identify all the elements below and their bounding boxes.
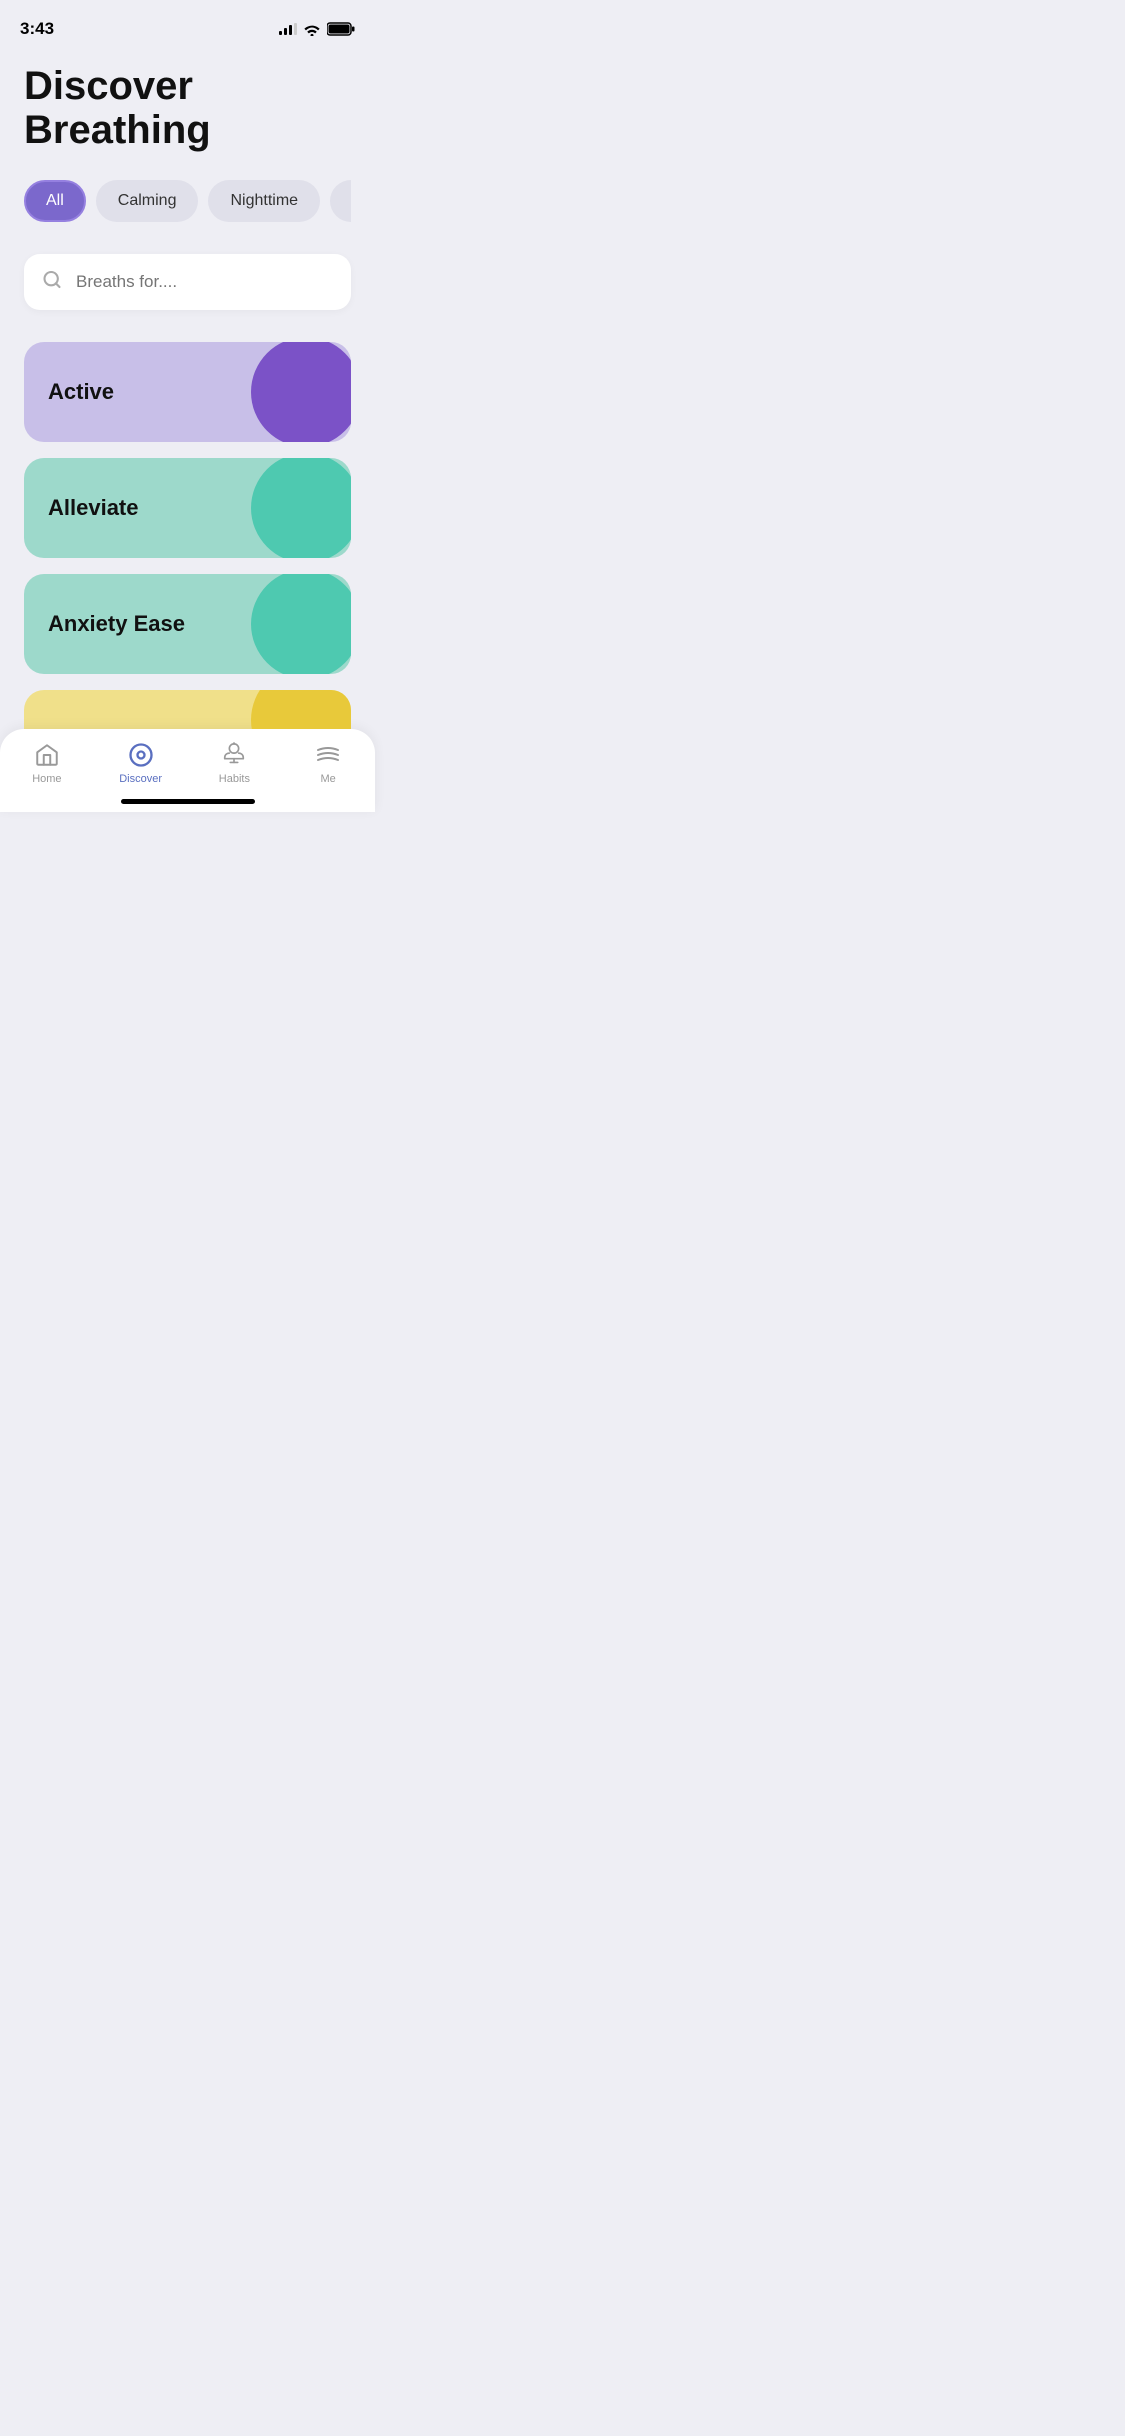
category-card-active[interactable]: Active — [24, 342, 351, 442]
nav-label-discover: Discover — [119, 773, 162, 785]
nav-label-me: Me — [320, 773, 335, 785]
nav-item-habits[interactable]: Habits — [188, 741, 282, 785]
search-input[interactable] — [24, 254, 351, 310]
wifi-icon — [303, 22, 321, 36]
bottom-nav: Home Discover Habits — [0, 729, 375, 812]
nav-item-home[interactable]: Home — [0, 741, 94, 785]
card-label-anxiety: Anxiety Ease — [48, 611, 185, 637]
card-blob-alleviate — [251, 458, 351, 558]
card-label-alleviate: Alleviate — [48, 495, 139, 521]
nav-label-home: Home — [32, 773, 61, 785]
filter-tab-calming[interactable]: Calming — [96, 180, 199, 222]
status-time: 3:43 — [20, 19, 54, 39]
page-title: Discover Breathing — [24, 64, 351, 152]
category-card-fourth[interactable] — [24, 690, 351, 729]
status-bar: 3:43 — [0, 0, 375, 44]
filter-tabs: All Calming Nighttime Energizing — [24, 180, 351, 222]
filter-tab-nighttime[interactable]: Nighttime — [208, 180, 320, 222]
discover-icon — [127, 741, 155, 769]
filter-tab-energizing[interactable]: Energizing — [330, 180, 351, 222]
habits-icon — [220, 741, 248, 769]
category-card-alleviate[interactable]: Alleviate — [24, 458, 351, 558]
search-icon — [42, 270, 62, 295]
me-icon — [314, 741, 342, 769]
main-content: Discover Breathing All Calming Nighttime… — [0, 44, 375, 729]
filter-tab-all[interactable]: All — [24, 180, 86, 222]
signal-icon — [279, 23, 297, 35]
category-card-anxiety[interactable]: Anxiety Ease — [24, 574, 351, 674]
nav-item-discover[interactable]: Discover — [94, 741, 188, 785]
card-blob-anxiety — [251, 574, 351, 674]
search-container — [24, 254, 351, 310]
home-icon — [33, 741, 61, 769]
nav-label-habits: Habits — [219, 773, 250, 785]
battery-icon — [327, 22, 355, 36]
card-label-active: Active — [48, 379, 114, 405]
card-blob-active — [251, 342, 351, 442]
home-indicator — [121, 799, 255, 804]
status-icons — [279, 22, 355, 36]
card-blob-fourth — [251, 690, 351, 729]
nav-item-me[interactable]: Me — [281, 741, 375, 785]
